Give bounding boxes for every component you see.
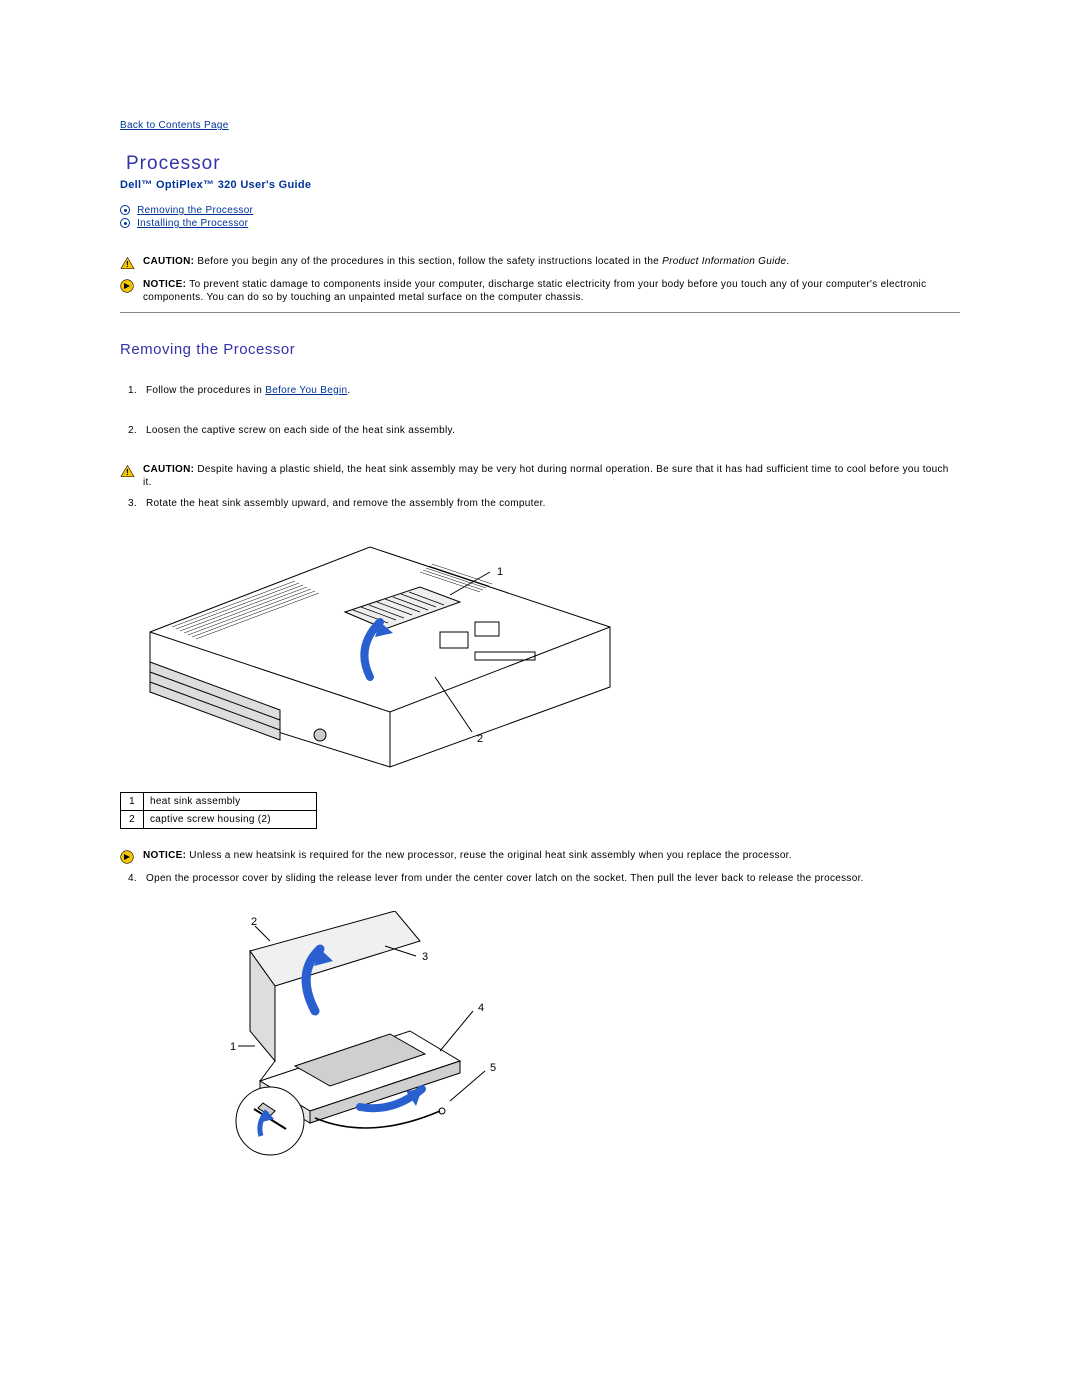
page-title: Processor — [126, 153, 960, 175]
separator — [120, 312, 960, 313]
fig1-label-2: 2 — [477, 733, 483, 745]
caution-icon: ! — [120, 256, 135, 270]
step-1: Follow the procedures in Before You Begi… — [146, 384, 960, 398]
step-3: Rotate the heat sink assembly upward, an… — [146, 497, 960, 511]
fig2-label-1: 1 — [230, 1041, 236, 1053]
toc-installing-link[interactable]: Installing the Processor — [137, 218, 248, 229]
figure-processor-socket: 1 2 3 4 5 — [120, 911, 960, 1161]
caution-text: CAUTION: Before you begin any of the pro… — [143, 255, 789, 268]
step-2: Loosen the captive screw on each side of… — [146, 424, 960, 438]
svg-text:!: ! — [126, 467, 129, 477]
caution-icon: ! — [120, 464, 135, 478]
table-row: 2captive screw housing (2) — [121, 810, 317, 828]
table-row: 1heat sink assembly — [121, 792, 317, 810]
figure-heat-sink: 1 2 — [120, 537, 960, 772]
notice-text: NOTICE: Unless a new heatsink is require… — [143, 849, 792, 862]
parts-table: 1heat sink assembly 2captive screw housi… — [120, 792, 317, 829]
svg-text:!: ! — [126, 259, 129, 269]
fig2-label-2: 2 — [251, 916, 257, 928]
fig2-label-4: 4 — [478, 1002, 484, 1014]
bullet-icon — [120, 205, 130, 215]
notice-icon — [120, 279, 135, 293]
caution-text: CAUTION: Despite having a plastic shield… — [143, 463, 960, 489]
fig2-label-5: 5 — [490, 1062, 496, 1074]
bullet-icon — [120, 218, 130, 228]
fig1-label-1: 1 — [497, 566, 503, 578]
back-to-contents-link[interactable]: Back to Contents Page — [120, 120, 229, 131]
toc: Removing the Processor Installing the Pr… — [120, 205, 960, 229]
notice-icon — [120, 850, 135, 864]
steps-list: Follow the procedures in Before You Begi… — [120, 384, 960, 437]
before-you-begin-link[interactable]: Before You Begin — [265, 385, 347, 396]
section-title-removing: Removing the Processor — [120, 341, 960, 358]
fig2-label-3: 3 — [422, 951, 428, 963]
step-4: Open the processor cover by sliding the … — [146, 872, 960, 886]
notice-text: NOTICE: To prevent static damage to comp… — [143, 278, 960, 304]
subtitle: Dell™ OptiPlex™ 320 User's Guide — [120, 179, 960, 191]
toc-removing-link[interactable]: Removing the Processor — [137, 205, 253, 216]
